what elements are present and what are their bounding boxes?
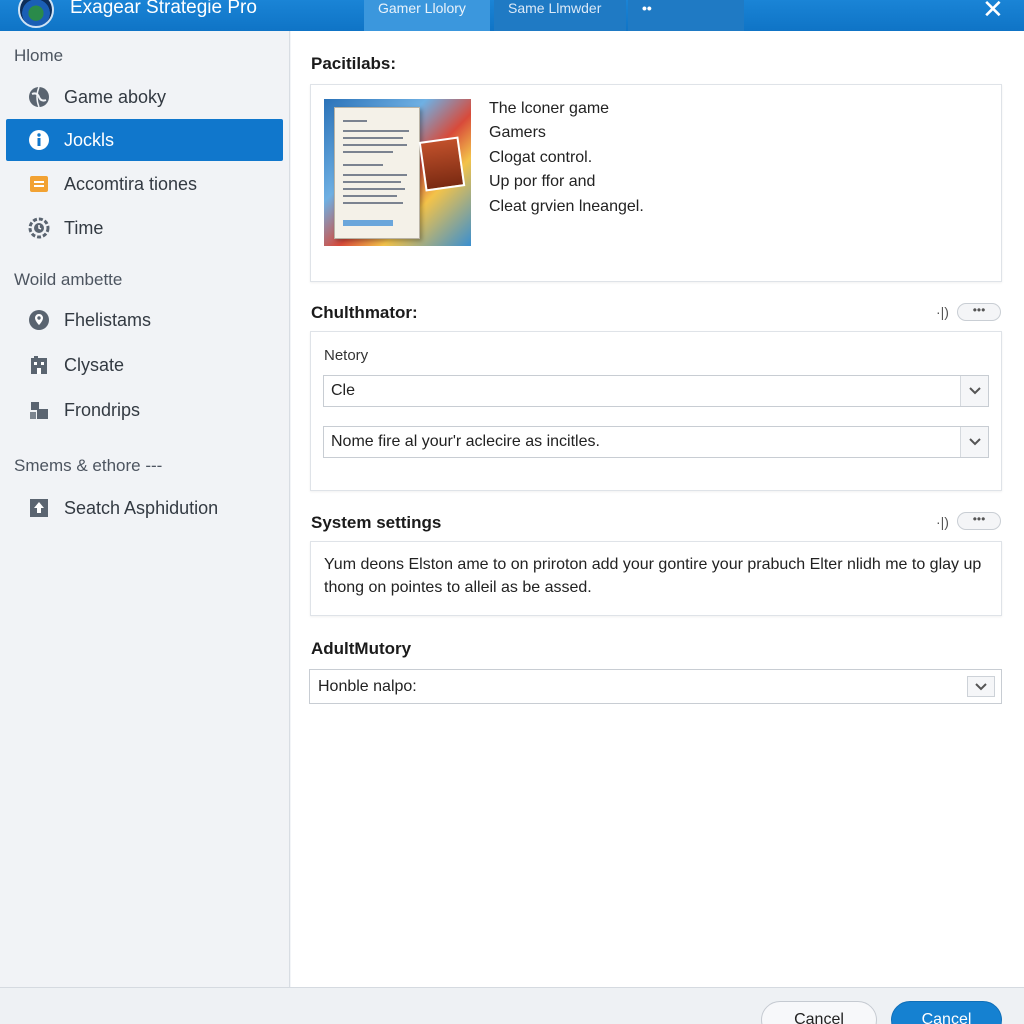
sidebar-item-frondrips[interactable]: Frondrips (6, 389, 283, 431)
list-icon (28, 173, 50, 195)
tab-same-llmwder[interactable]: Same Llmwder (494, 0, 626, 31)
sidebar-item-accomtira-tiones[interactable]: Accomtira tiones (6, 163, 283, 205)
close-icon[interactable]: ✕ (982, 0, 1004, 25)
sidebar-item-clysate[interactable]: Clysate (6, 344, 283, 386)
sidebar-heading-smems: Smems & ethore --- (14, 456, 163, 475)
chevron-down-icon[interactable] (960, 376, 988, 406)
sidebar-item-label: Jockls (64, 129, 115, 150)
chulthmator-card (310, 331, 1002, 491)
sidebar-item-label: Game aboky (64, 86, 167, 107)
adultmutory-select[interactable]: Honble nalpo: (309, 669, 1002, 704)
app-title: Exagear Strategie Pro (70, 0, 257, 18)
sidebar-item-seatch-asphidution[interactable]: Seatch Asphidution (6, 487, 283, 529)
info-line: Up por ffor and (489, 173, 596, 190)
map-pin-icon (28, 309, 50, 331)
clock-gear-icon (28, 217, 50, 239)
info-line: Clogat control. (489, 149, 593, 166)
volume-icon[interactable]: ·|) (936, 304, 949, 320)
more-options-button[interactable]: ••• (957, 512, 1001, 530)
title-bar: Exagear Strategie Pro Gamer Llolory Same… (0, 0, 1024, 31)
thumbnail-character-image (418, 136, 466, 192)
cancel-button[interactable]: Cancel (761, 1001, 877, 1024)
sidebar-heading-world: Woild ambette (14, 270, 123, 289)
game-thumbnail[interactable] (324, 99, 471, 246)
netory-select[interactable]: Cle (323, 375, 989, 407)
thumbnail-document (334, 107, 420, 239)
mode-select[interactable]: Nome fire al your'r aclecire as incitles… (323, 426, 989, 458)
upload-icon (28, 497, 50, 519)
people-icon (28, 399, 50, 421)
sidebar-item-time[interactable]: Time (6, 207, 283, 249)
select-value: Honble nalpo: (318, 677, 417, 695)
field-label-netory: Netory (324, 347, 369, 364)
globe-icon (28, 86, 50, 108)
sidebar-heading-home: Hlome (14, 46, 64, 65)
select-value: Cle (331, 382, 356, 399)
select-value: Nome fire al your'r aclecire as incitles… (331, 433, 600, 450)
volume-icon[interactable]: ·|) (936, 514, 949, 530)
info-line: Cleat grvien lneangel. (489, 198, 644, 215)
info-line: Gamers (489, 124, 546, 141)
section-heading-system-settings: System settings (311, 513, 442, 532)
system-settings-text: Yum deons Elston ame to on priroton add … (324, 556, 982, 573)
sidebar-item-label: Time (64, 217, 104, 238)
sidebar-item-fhelistams[interactable]: Fhelistams (6, 299, 283, 341)
more-options-button[interactable]: ••• (957, 303, 1001, 321)
section-heading-adultmutory: AdultMutory (311, 639, 412, 658)
sidebar-item-label: Frondrips (64, 399, 141, 420)
sidebar-item-label: Seatch Asphidution (64, 497, 219, 518)
system-settings-text: thong on pointes to alleil as be assed. (324, 579, 592, 596)
primary-button[interactable]: Cancel (891, 1001, 1002, 1024)
building-icon (28, 354, 50, 376)
sidebar-item-label: Clysate (64, 354, 125, 375)
section-heading-chulthmator: Chulthmator: (311, 303, 418, 322)
chevron-down-icon[interactable] (967, 676, 995, 697)
tab-gamer-llolory[interactable]: Gamer Llolory (364, 0, 490, 31)
sidebar-item-game-aboky[interactable]: Game aboky (6, 76, 283, 118)
section-heading-pacitilabs: Pacitilabs: (311, 54, 397, 73)
sidebar-item-label: Accomtira tiones (64, 173, 198, 194)
sidebar-item-label: Fhelistams (64, 309, 152, 330)
app-logo-icon (18, 0, 54, 28)
chevron-down-icon[interactable] (960, 427, 988, 457)
info-icon (28, 129, 50, 151)
tab-more[interactable]: •• (628, 0, 744, 31)
sidebar-item-jockls[interactable]: Jockls (6, 119, 283, 161)
info-line: The lconer game (489, 100, 610, 117)
